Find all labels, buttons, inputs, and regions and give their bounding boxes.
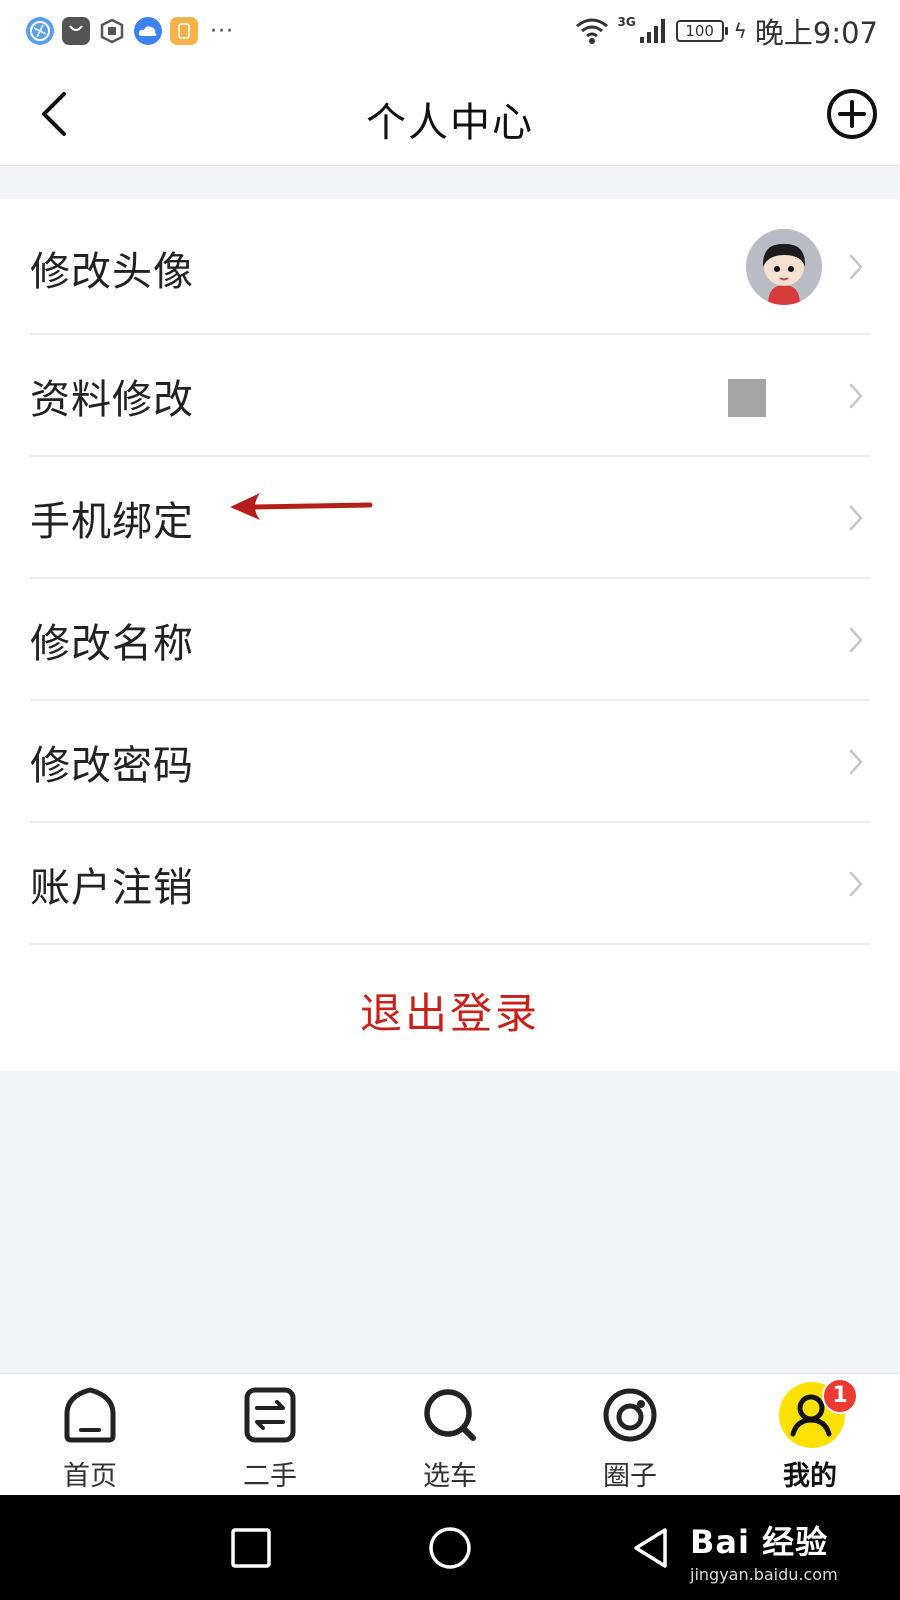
menu-item-label: 修改头像: [30, 249, 194, 295]
menu-item-phone-binding[interactable]: 手机绑定: [30, 457, 870, 579]
menu-item-label: 手机绑定: [30, 499, 194, 545]
search-icon: [424, 1389, 476, 1441]
back-triangle-icon[interactable]: [628, 1525, 674, 1571]
notification-badge: 1: [822, 1378, 858, 1414]
chevron-right-icon: [849, 627, 863, 653]
menu-item-change-avatar[interactable]: 修改头像: [30, 199, 870, 335]
chevron-right-icon: [849, 383, 863, 409]
menu-item-label: 账户注销: [30, 865, 194, 911]
tab-choose-car[interactable]: 选车: [360, 1374, 540, 1496]
bottom-tab-bar: 首页 二手 选车 圈子 1 我的: [0, 1373, 900, 1495]
exchange-icon: [244, 1387, 296, 1443]
chevron-right-icon: [849, 505, 863, 531]
menu-item-delete-account[interactable]: 账户注销: [30, 823, 870, 945]
menu-item-label: 修改密码: [30, 743, 194, 789]
browser-icon: [26, 17, 54, 45]
watermark-url: jingyan.baidu.com: [690, 1565, 838, 1584]
page-title: 个人中心: [366, 100, 534, 146]
tab-label: 二手: [243, 1461, 297, 1492]
recent-apps-icon[interactable]: [228, 1525, 274, 1571]
clock: 晚上9:07: [754, 16, 878, 50]
charging-icon: ϟ: [733, 19, 747, 43]
chevron-right-icon: [849, 254, 863, 280]
baidu-jingyan-watermark: Bai 经验 jingyan.baidu.com: [690, 1517, 838, 1584]
more-notifications: ···: [210, 18, 234, 44]
menu-item-change-name[interactable]: 修改名称: [30, 579, 870, 701]
huawei-store-icon: [62, 17, 90, 45]
tab-community[interactable]: 圈子: [540, 1374, 720, 1496]
tab-label: 选车: [423, 1461, 477, 1492]
chevron-right-icon: [849, 749, 863, 775]
menu-item-change-password[interactable]: 修改密码: [30, 701, 870, 823]
home-circle-icon[interactable]: [427, 1525, 473, 1571]
watermark-logo: Bai 经验: [690, 1523, 829, 1561]
signal-icon: [639, 19, 665, 43]
status-bar: ··· 3G 100 ϟ 晚上9:07: [0, 0, 900, 62]
wallet-icon: [170, 17, 198, 45]
home-icon: [64, 1387, 116, 1443]
circle-icon: [603, 1388, 657, 1442]
header: 个人中心: [0, 62, 900, 166]
plus-circle-icon: [827, 89, 877, 139]
settings-menu: 修改头像 资料修改 手机绑定 修改名称 修改密码 账户注销: [0, 199, 900, 1071]
tab-label: 圈子: [603, 1461, 657, 1492]
red-arrow-annotation: [230, 493, 373, 520]
avatar: [746, 229, 822, 305]
battery-icon: 100: [675, 20, 728, 42]
menu-item-label: 资料修改: [30, 377, 194, 423]
profile-thumbnail: [728, 379, 766, 417]
weather-icon: [134, 17, 162, 45]
tab-used[interactable]: 二手: [180, 1374, 360, 1496]
tab-me[interactable]: 1 我的: [720, 1374, 900, 1496]
system-navigation-bar: Bai 经验 jingyan.baidu.com: [0, 1495, 900, 1600]
network-type: 3G: [617, 15, 636, 29]
tab-label: 首页: [63, 1461, 117, 1492]
chevron-right-icon: [849, 871, 863, 897]
tab-label: 我的: [783, 1461, 837, 1492]
wifi-icon: [576, 18, 609, 44]
menu-item-edit-profile[interactable]: 资料修改: [30, 335, 870, 457]
menu-item-label: 修改名称: [30, 621, 194, 667]
logout-button[interactable]: 退出登录: [0, 980, 900, 1038]
status-indicators: 3G 100 ϟ 晚上9:07: [575, 14, 878, 50]
tab-home[interactable]: 首页: [0, 1374, 180, 1496]
hexagon-app-icon: [98, 17, 126, 45]
add-button[interactable]: [826, 88, 878, 140]
notification-icons: ···: [26, 16, 234, 46]
